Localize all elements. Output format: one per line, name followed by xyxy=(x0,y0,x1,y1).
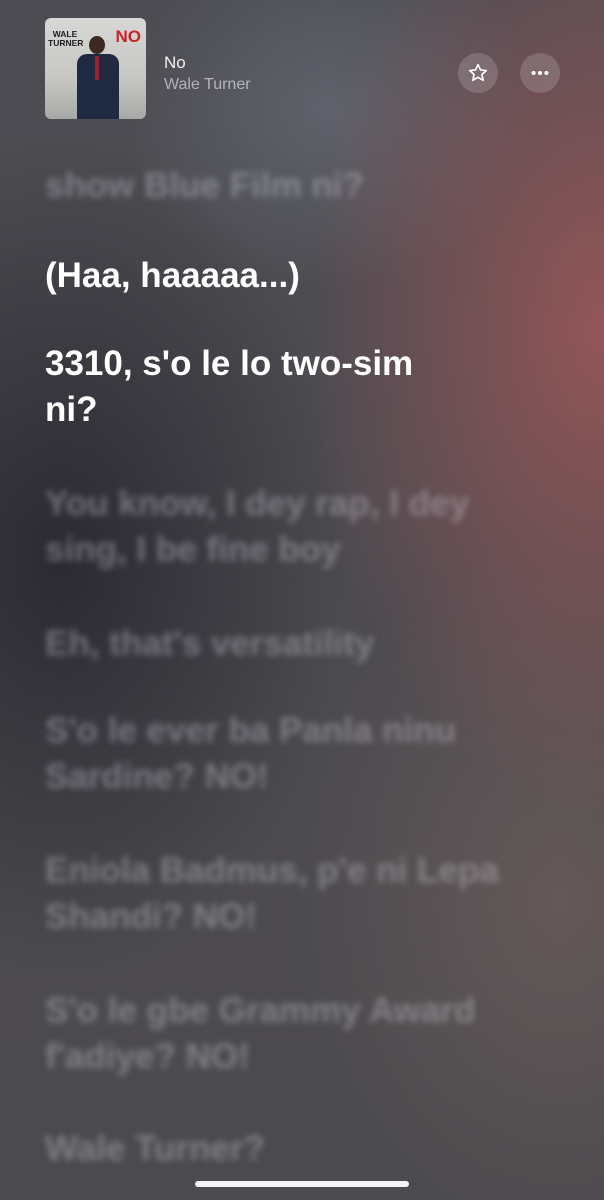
album-artwork[interactable]: WALE TURNER NO xyxy=(45,18,146,119)
star-icon xyxy=(468,63,488,82)
home-indicator[interactable] xyxy=(195,1181,409,1187)
artwork-artist-text: WALE TURNER xyxy=(48,29,84,48)
now-playing-header: WALE TURNER NO No Wale Turner xyxy=(0,0,604,140)
track-title: No xyxy=(164,53,186,72)
lyric-line[interactable]: S'o le gbe Grammy Award f'adiye? NO! xyxy=(45,988,545,1080)
lyric-line[interactable]: S'o le ever ba Panla ninu Sardine? NO! xyxy=(45,708,545,800)
artwork-title-text: NO xyxy=(115,27,142,46)
lyric-line-current[interactable]: 3310, s'o le lo two-sim ni? xyxy=(45,341,465,433)
lyric-line[interactable]: Eniola Badmus, p'e ni Lepa Shandi? NO! xyxy=(45,848,545,940)
more-options-button[interactable] xyxy=(520,53,560,93)
ellipsis-icon xyxy=(531,70,549,76)
lyric-line-current[interactable]: (Haa, haaaaa...) xyxy=(45,253,545,299)
artwork-figure-head xyxy=(89,36,105,54)
track-artist[interactable]: Wale Turner xyxy=(164,76,251,94)
lyric-line[interactable]: show Blue Film ni? xyxy=(45,163,545,209)
favorite-button[interactable] xyxy=(458,53,498,93)
lyric-line[interactable]: You know, I dey rap, I dey sing, I be fi… xyxy=(45,481,545,573)
lyric-line[interactable]: Wale Turner? xyxy=(45,1126,545,1172)
artwork-figure-tie xyxy=(95,56,99,80)
lyric-line[interactable]: Eh, that's versatility xyxy=(45,621,545,667)
